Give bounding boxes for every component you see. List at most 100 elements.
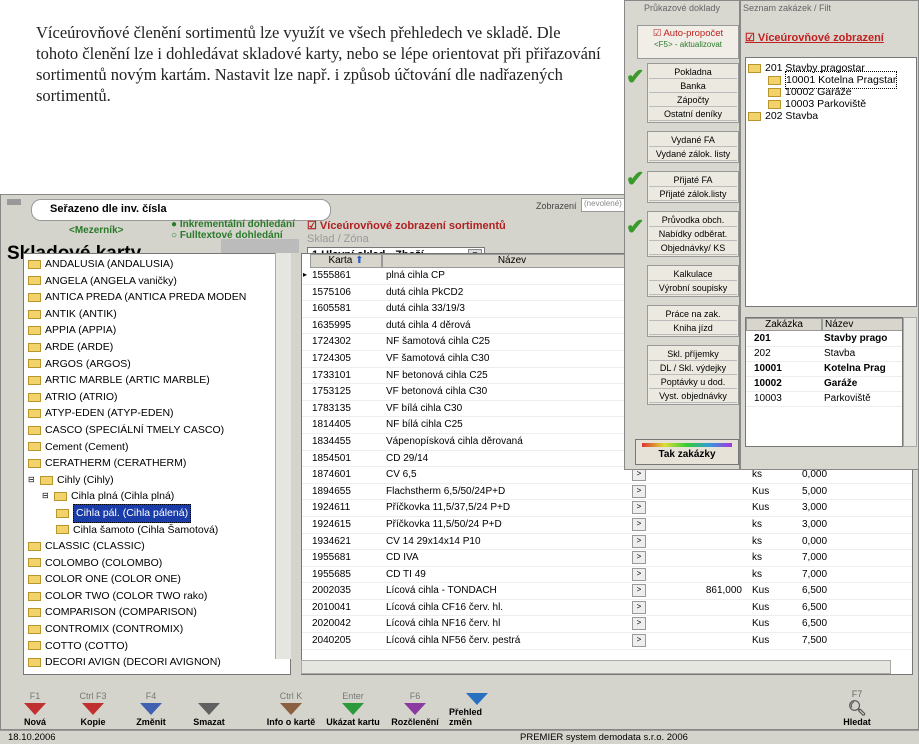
doklady-button[interactable]: Kniha jízd — [649, 321, 737, 335]
doklady-button[interactable]: Zápočty — [649, 93, 737, 107]
toolbar-button[interactable]: F6 Rozčlenění — [387, 685, 443, 727]
zak-row[interactable]: 10002 Garáže — [746, 377, 902, 392]
tree-item[interactable]: ARDE (ARDE) — [28, 339, 288, 356]
table-row[interactable]: 1894655 Flachstherm 6,5/50/24P+D > Kus 5,000 — [302, 484, 912, 501]
zak-viceur-checkbox[interactable]: ☑ Víceúrovňové zobrazení — [745, 31, 884, 44]
doklady-button[interactable]: Vydané zálok. listy — [649, 147, 737, 161]
toolbar-button[interactable]: Ctrl F3 Kopie — [65, 685, 121, 727]
doklady-button[interactable]: Skl. příjemky — [649, 347, 737, 361]
doklady-button[interactable]: DL / Skl. výdejky — [649, 361, 737, 375]
table-row[interactable]: 2040205 Lícová cihla NF56 červ. pestrá > Ku… — [302, 633, 912, 650]
tree-item[interactable]: ANGELA (ANGELA vaničky) — [28, 273, 288, 290]
tree-item[interactable]: ARGOS (ARGOS) — [28, 356, 288, 373]
table-row[interactable]: 2010041 Lícová cihla CF16 červ. hl. > Kus 6,… — [302, 600, 912, 617]
doklady-button[interactable]: Nabídky odběrat. — [649, 227, 737, 241]
system-menu-icon[interactable] — [7, 199, 21, 205]
zak-vscrollbar[interactable] — [903, 317, 917, 447]
tree-item[interactable]: CERATHERM (CERATHERM) — [28, 455, 288, 472]
zak-col-zakazka[interactable]: Zakázka — [746, 318, 822, 331]
detail-arrow-button[interactable]: > — [632, 617, 646, 631]
hledat-button[interactable]: F7 🔍︎ Hledat — [829, 685, 885, 727]
detail-arrow-button[interactable]: > — [632, 634, 646, 648]
tree-item[interactable]: ARTIC MARBLE (ARTIC MARBLE) — [28, 372, 288, 389]
tree-scrollbar[interactable] — [275, 253, 291, 659]
doklady-button[interactable]: Výrobní soupisky — [649, 281, 737, 295]
table-row[interactable]: 1924615 Příčkovka 11,5/50/24 P+D > ks 3,000 — [302, 517, 912, 534]
tree-item[interactable]: COTTO (COTTO) — [28, 638, 288, 655]
tree-item[interactable]: COLOR ONE (COLOR ONE) — [28, 571, 288, 588]
detail-arrow-button[interactable]: > — [632, 567, 646, 581]
table-row[interactable]: 2002035 Lícová cihla - TONDACH >861,000 Kus… — [302, 583, 912, 600]
expand-icon[interactable]: ⊟ — [42, 488, 52, 505]
doklady-button[interactable]: Vydané FA — [649, 133, 737, 147]
col-header-karta[interactable]: Karta ⬆ — [310, 254, 382, 268]
viceur-checkbox[interactable]: ☑ Víceúrovňové zobrazení sortimentů — [307, 219, 506, 232]
toolbar-button[interactable]: Ctrl K Info o kartě — [263, 685, 319, 727]
tree-item[interactable]: Cement (Cement) — [28, 439, 288, 456]
zak-col-nazev[interactable]: Název — [822, 318, 902, 331]
zak-row[interactable]: 10003 Parkoviště — [746, 392, 902, 407]
zak-row[interactable]: 10001 Kotelna Prag — [746, 362, 902, 377]
expand-icon[interactable]: ⊟ — [28, 472, 38, 489]
auto-prepocet-checkbox[interactable]: ☑ Auto-propočet <F5> - aktualizovat — [637, 25, 739, 59]
tree-item[interactable]: ATRIO (ATRIO) — [28, 389, 288, 406]
tree-item[interactable]: DINO (DINO) — [28, 671, 288, 674]
tak-zakazky-button[interactable]: Tak zakázky — [635, 439, 739, 465]
doklady-button[interactable]: Objednávky/ KS — [649, 241, 737, 255]
tree-item[interactable]: ⊟ Cihly (Cihly) — [28, 472, 288, 489]
table-row[interactable]: 1955681 CD IVA > ks 7,000 — [302, 550, 912, 567]
table-row[interactable]: 1934621 CV 14 29x14x14 P10 > ks 0,000 — [302, 534, 912, 551]
doklady-button[interactable]: Přijaté zálok.listy — [649, 187, 737, 201]
tree-item[interactable]: ANDALUSIA (ANDALUSIA) — [28, 256, 288, 273]
zobrazeni-select[interactable]: (nevolené) — [581, 198, 627, 212]
sortiment-tree[interactable]: ANDALUSIA (ANDALUSIA) ANGELA (ANGELA vani… — [23, 253, 291, 675]
tree-item[interactable]: COLOR TWO (COLOR TWO rako) — [28, 588, 288, 605]
toolbar-button[interactable]: Enter Ukázat kartu — [325, 685, 381, 727]
toolbar-button[interactable]: Přehled změn — [449, 685, 505, 727]
detail-arrow-button[interactable]: > — [632, 551, 646, 565]
table-row[interactable]: 2020042 Lícová cihla NF16 červ. hl > Kus 6,5… — [302, 616, 912, 634]
toolbar-button[interactable]: Smazat — [181, 685, 237, 727]
doklady-button[interactable]: Průvodka obch. — [649, 213, 737, 227]
tree-item[interactable]: ⊟ Cihla plná (Cihla plná) — [28, 488, 288, 505]
col-header-nazev[interactable]: Název — [382, 254, 642, 268]
detail-arrow-button[interactable]: > — [632, 484, 646, 498]
sort-field[interactable]: Seřazeno dle inv. čísla — [31, 199, 331, 221]
table-hscrollbar[interactable] — [301, 660, 891, 674]
detail-arrow-button[interactable]: > — [632, 534, 646, 548]
tree-item[interactable]: CONTROMIX (CONTROMIX) — [28, 621, 288, 638]
tree-item[interactable]: APPIA (APPIA) — [28, 322, 288, 339]
doklady-button[interactable]: Přijaté FA — [649, 173, 737, 187]
radio-incremental[interactable]: ● Inkrementální dohledání — [171, 219, 295, 230]
doklady-button[interactable]: Pokladna — [649, 65, 737, 79]
doklady-button[interactable]: Ostatní deníky — [649, 107, 737, 121]
toolbar-button[interactable]: F1 Nová — [7, 685, 63, 727]
zakazky-table[interactable]: Zakázka Název 201 Stavby prago 202 Stavba 10… — [745, 317, 903, 447]
tree-item[interactable]: CASCO (SPECIÁLNÍ TMELY CASCO) — [28, 422, 288, 439]
tree-item[interactable]: CLASSIC (CLASSIC) — [28, 538, 288, 555]
doklady-button[interactable]: Poptávky u dod. — [649, 375, 737, 389]
tree-item[interactable]: COLOMBO (COLOMBO) — [28, 555, 288, 572]
doklady-button[interactable]: Vyst. objednávky — [649, 389, 737, 403]
table-row[interactable]: 1955685 CD TI 49 > ks 7,000 — [302, 567, 912, 584]
zakazky-tree[interactable]: 201 Stavby pragostar 10001 Kotelna Pragst… — [745, 57, 917, 307]
detail-arrow-button[interactable]: > — [632, 468, 646, 482]
tree-item[interactable]: Cihla pál. (Cihla pálená) — [28, 503, 288, 523]
doklady-button[interactable]: Práce na zak. — [649, 307, 737, 321]
tree-item[interactable]: COMPARISON (COMPARISON) — [28, 604, 288, 621]
tree-item[interactable]: Cihla šamoto (Cihla Šamotová) — [28, 522, 288, 539]
doklady-button[interactable]: Kalkulace — [649, 267, 737, 281]
table-row[interactable]: 1924611 Příčkovka 11,5/37,5/24 P+D > Kus 3,0… — [302, 500, 912, 517]
detail-arrow-button[interactable]: > — [632, 501, 646, 515]
detail-arrow-button[interactable]: > — [632, 600, 646, 614]
tree-item[interactable]: ANTICA PREDA (ANTICA PREDA MODEN — [28, 289, 288, 306]
detail-arrow-button[interactable]: > — [632, 517, 646, 531]
zak-row[interactable]: 202 Stavba — [746, 347, 902, 362]
toolbar-button[interactable]: F4 Změnit — [123, 685, 179, 727]
tree-item[interactable]: DECORI AVIGN (DECORI AVIGNON) — [28, 654, 288, 671]
doklady-button[interactable]: Banka — [649, 79, 737, 93]
tree-item[interactable]: ANTIK (ANTIK) — [28, 306, 288, 323]
zak-row[interactable]: 201 Stavby prago — [746, 332, 902, 347]
detail-arrow-button[interactable]: > — [632, 584, 646, 598]
tree-item[interactable]: ATYP-EDEN (ATYP-EDEN) — [28, 405, 288, 422]
